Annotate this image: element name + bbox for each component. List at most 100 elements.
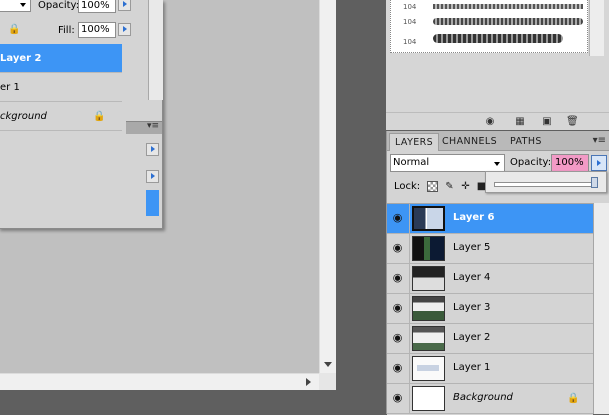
floating-opacity-input[interactable]: 100% [78, 0, 116, 13]
layer-name: Layer 4 [453, 272, 491, 283]
opacity-flyout-button[interactable] [591, 155, 607, 171]
layer-thumbnail[interactable] [412, 236, 445, 261]
floating-opacity-value: 100% [81, 0, 110, 11]
brush-size-label: 104 [403, 18, 417, 26]
scroll-right-arrow-icon[interactable] [306, 378, 311, 386]
layer-name: Layer 2 [453, 332, 491, 343]
collapsed-panel-header[interactable]: ▾≡ [126, 121, 162, 134]
panel-flyout-button[interactable] [146, 143, 159, 156]
lock-move-icon[interactable]: ✛ [460, 181, 471, 192]
chevron-down-icon [20, 3, 26, 7]
eye-icon: ◉ [392, 241, 403, 254]
selected-item-strip[interactable] [146, 190, 159, 216]
brush-stroke-preview [433, 18, 583, 25]
new-preset-icon[interactable]: ▣ [541, 116, 553, 127]
lock-all-icon[interactable]: 🔒 [8, 24, 20, 35]
visibility-toggle[interactable]: ◉ [387, 354, 410, 383]
layer-row[interactable]: ◉ Layer 3 [387, 294, 593, 324]
eye-icon: ◉ [392, 331, 403, 344]
opacity-value: 100% [555, 157, 584, 168]
floating-blend-mode-select[interactable] [0, 0, 31, 12]
eye-icon: ◉ [392, 391, 403, 404]
visibility-toggle[interactable]: ◉ [387, 384, 410, 413]
layer-name: Layer 3 [453, 302, 491, 313]
thumbnail-detail [417, 365, 439, 371]
layer-row[interactable]: ◉ Layer 4 [387, 264, 593, 294]
brush-size-label: 104 [403, 38, 417, 46]
layer-row[interactable]: ◉ Background 🔒 [387, 384, 593, 414]
lock-brush-icon[interactable]: ✎ [444, 181, 455, 192]
panel-flyout-button[interactable] [146, 170, 159, 183]
brushes-panel: 104 104 104 ◉ ▦ ▣ 🗑 [386, 0, 609, 130]
panel-menu-icon[interactable]: ▾≡ [593, 135, 606, 146]
eye-icon: ◉ [392, 301, 403, 314]
brush-list-scrollbar[interactable] [589, 0, 604, 56]
brush-preset[interactable]: 104 [393, 14, 583, 30]
opacity-slider-popup [485, 171, 607, 193]
layer-list-scrollbar[interactable] [593, 203, 609, 414]
visibility-toggle[interactable]: ◉ [387, 294, 410, 323]
tab-label: LAYERS [395, 137, 434, 148]
layer-row[interactable]: ◉ Layer 6 [387, 204, 593, 234]
chevron-down-icon [494, 162, 500, 166]
blend-mode-select[interactable]: Normal [390, 154, 505, 172]
floating-layer-name: er 1 [0, 82, 20, 93]
floating-layers-panel: Opacity: 100% 🔒 Fill: 100% Layer 2 er 1 … [0, 0, 163, 229]
visibility-toggle[interactable]: ◉ [387, 324, 410, 353]
floating-opacity-label: Opacity: [38, 0, 80, 11]
opacity-slider-thumb[interactable] [591, 177, 598, 188]
layer-thumbnail[interactable] [412, 266, 445, 291]
tab-paths[interactable]: PATHS [505, 133, 547, 151]
brush-preset[interactable]: 104 [393, 0, 583, 14]
tab-label: CHANNELS [442, 136, 498, 147]
opacity-slider-track[interactable] [494, 182, 596, 187]
trash-icon[interactable]: 🗑 [566, 116, 579, 127]
visibility-toggle[interactable]: ◉ [387, 204, 410, 233]
eye-icon: ◉ [392, 361, 403, 374]
layer-thumbnail[interactable] [412, 206, 445, 231]
visibility-toggle[interactable]: ◉ [387, 264, 410, 293]
floating-fill-flyout-button[interactable] [118, 23, 131, 36]
document-vertical-scrollbar[interactable] [319, 0, 336, 373]
brush-size-label: 104 [403, 3, 417, 11]
floating-layer-row[interactable]: Layer 2 [0, 44, 122, 73]
document-horizontal-scrollbar[interactable] [0, 373, 319, 390]
floating-fill-input[interactable]: 100% [78, 22, 116, 38]
lock-transparency-icon[interactable] [427, 181, 438, 192]
floating-opacity-flyout-button[interactable] [118, 0, 131, 11]
floating-layer-row[interactable]: er 1 [0, 73, 122, 102]
layer-row[interactable]: ◉ Layer 1 [387, 354, 593, 384]
layer-thumbnail[interactable] [412, 296, 445, 321]
layer-name: Layer 5 [453, 242, 491, 253]
brush-toggle-icon[interactable]: ◉ [484, 116, 496, 127]
tab-channels[interactable]: CHANNELS [437, 133, 502, 151]
lock-label: Lock: [394, 181, 421, 192]
eye-icon: ◉ [392, 211, 403, 224]
layer-name: Layer 1 [453, 362, 491, 373]
floating-layer-name: ckground [0, 111, 47, 122]
brushes-panel-toolbar: ◉ ▦ ▣ 🗑 [386, 112, 609, 131]
floating-layer-name: Layer 2 [0, 53, 42, 64]
scroll-corner [319, 373, 336, 390]
layer-row[interactable]: ◉ Layer 2 [387, 324, 593, 354]
brush-preset[interactable]: 104 [393, 30, 583, 50]
layer-thumbnail[interactable] [412, 356, 445, 381]
panel-menu-icon[interactable]: ▾≡ [147, 121, 159, 131]
layer-thumbnail[interactable] [412, 386, 445, 411]
layer-row[interactable]: ◉ Layer 5 [387, 234, 593, 264]
layer-thumbnail[interactable] [412, 326, 445, 351]
grid-icon[interactable]: ▦ [514, 116, 526, 127]
panel-tab-bar: LAYERS CHANNELS PATHS ▾≡ [387, 131, 609, 151]
blend-mode-value: Normal [393, 157, 430, 168]
visibility-toggle[interactable]: ◉ [387, 234, 410, 263]
opacity-input[interactable]: 100% [551, 154, 589, 172]
layer-name: Layer 6 [453, 212, 495, 223]
floating-panel-scrollbar[interactable] [148, 0, 163, 100]
scroll-down-arrow-icon[interactable] [324, 362, 332, 367]
brush-preset-list[interactable]: 104 104 104 [390, 0, 588, 53]
opacity-label: Opacity: [510, 157, 552, 168]
floating-layer-row[interactable]: ckground 🔒 [0, 102, 122, 131]
layers-panel: LAYERS CHANNELS PATHS ▾≡ Normal Opacity:… [386, 131, 609, 415]
brush-stroke-preview [433, 34, 563, 43]
tab-layers[interactable]: LAYERS [389, 133, 440, 151]
